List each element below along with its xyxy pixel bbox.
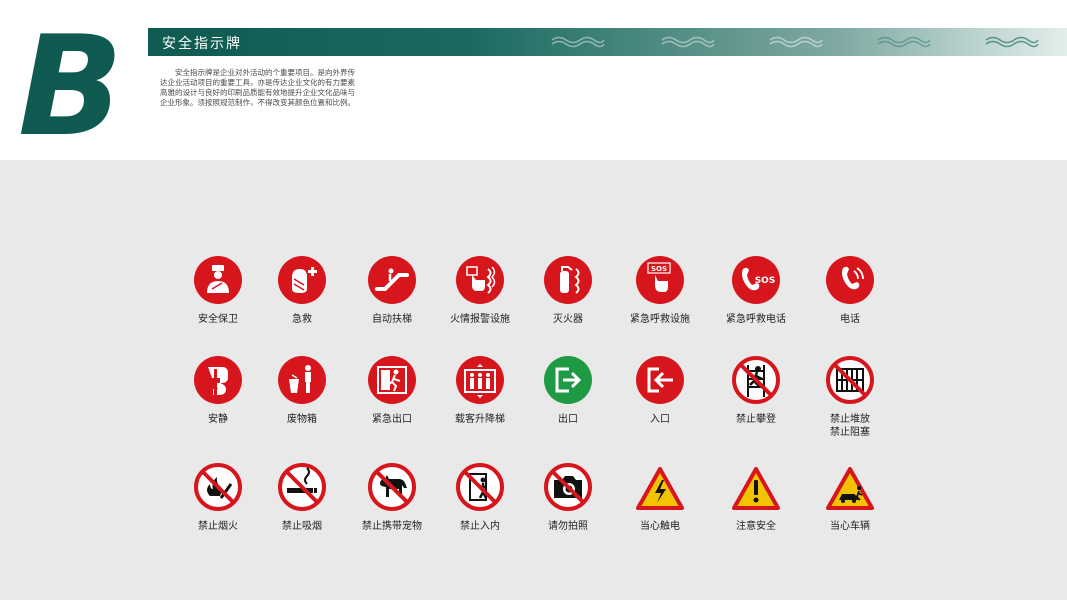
svg-text:SOS: SOS [651, 265, 667, 273]
exit-icon [544, 356, 592, 404]
sign-electric-hazard: 当心触电 [610, 466, 710, 533]
sign-label: 禁止攀登 [736, 414, 776, 425]
sign-label: 当心车辆 [830, 521, 870, 532]
sos-button-icon: SOS [636, 256, 684, 304]
sign-label: 当心触电 [640, 521, 680, 532]
trash-bin-icon [278, 356, 326, 404]
no-photo-icon [544, 463, 592, 511]
no-climbing-icon [732, 356, 780, 404]
sign-fire-alarm: 火情报警设施 [430, 255, 530, 326]
sign-label: 紧急呼救设施 [630, 314, 690, 325]
sign-entrance: 入口 [610, 355, 710, 426]
elevator-icon [456, 356, 504, 404]
sign-emergency-exit: 紧急出口 [342, 355, 442, 426]
sign-label: 废物箱 [287, 414, 317, 425]
no-entry-icon [456, 463, 504, 511]
sign-telephone: 电话 [800, 255, 900, 326]
sign-elevator: 载客升降梯 [430, 355, 530, 426]
sign-label: 出口 [558, 414, 578, 425]
fire-extinguisher-icon [544, 256, 592, 304]
sign-no-climbing: 禁止攀登 [706, 355, 806, 426]
sign-sos-facility: SOS 紧急呼救设施 [610, 255, 710, 326]
sign-label: 电话 [840, 314, 860, 325]
sign-fire-extinguisher: 灭火器 [518, 255, 618, 326]
sign-label: 急救 [292, 314, 312, 325]
sign-escalator: 自动扶梯 [342, 255, 442, 326]
electric-hazard-icon [636, 467, 684, 510]
sign-first-aid: 急救 [252, 255, 352, 326]
sign-label: 灭火器 [553, 314, 583, 325]
no-fire-icon [194, 463, 242, 511]
sign-label: 紧急呼救电话 [726, 314, 786, 325]
quiet-icon [194, 356, 242, 404]
wave-ornament-icon [877, 36, 931, 48]
section-letter: B [18, 6, 124, 167]
sos-phone-icon: SOS [732, 256, 780, 304]
sign-no-smoking: 禁止吸烟 [252, 462, 352, 533]
wave-ornament-icon [985, 36, 1039, 48]
sign-label: 载客升降梯 [455, 414, 505, 425]
telephone-icon [826, 256, 874, 304]
sign-no-stacking: 禁止堆放 禁止阻塞 [800, 355, 900, 439]
sign-label: 注意安全 [736, 521, 776, 532]
sign-no-pets: 禁止携带宠物 [342, 462, 442, 533]
no-stacking-icon [826, 356, 874, 404]
sign-label: 入口 [650, 414, 670, 425]
sign-no-photo: 请勿拍照 [518, 462, 618, 533]
intro-paragraph: 安全指示牌是企业对外活动的个重要项目。是向外界传达企业活动项目的重要工具，亦是传… [160, 68, 355, 107]
sign-label: 紧急出口 [372, 414, 412, 425]
sign-no-entry: 禁止入内 [430, 462, 530, 533]
sign-sos-phone: SOS 紧急呼救电话 [706, 255, 806, 326]
sign-trash-bin: 废物箱 [252, 355, 352, 426]
header-area: B 安全指示牌 安全指示牌是企业对外活动的个重要项目。是向外界传达企业活动项目的… [0, 0, 1067, 160]
no-pets-icon [368, 463, 416, 511]
caution-icon [732, 467, 780, 510]
sign-label: 禁止携带宠物 [362, 521, 422, 532]
wave-ornament-icon [661, 36, 715, 48]
emergency-exit-icon [368, 356, 416, 404]
sign-label: 禁止堆放 禁止阻塞 [830, 414, 870, 438]
escalator-icon [368, 256, 416, 304]
sign-vehicle-warning: 当心车辆 [800, 466, 900, 533]
vehicle-warning-icon [826, 467, 874, 510]
first-aid-icon [278, 256, 326, 304]
entrance-icon [636, 356, 684, 404]
fire-alarm-icon [456, 256, 504, 304]
sign-caution: 注意安全 [706, 466, 806, 533]
sign-exit: 出口 [518, 355, 618, 426]
sign-label: 禁止入内 [460, 521, 500, 532]
wave-ornament-icon [551, 36, 605, 48]
svg-text:SOS: SOS [755, 276, 776, 286]
title-banner: 安全指示牌 [148, 28, 1067, 56]
sign-label: 火情报警设施 [450, 314, 510, 325]
sign-label: 自动扶梯 [372, 314, 412, 325]
no-smoking-icon [278, 463, 326, 511]
page-title: 安全指示牌 [162, 36, 242, 52]
sign-label: 禁止吸烟 [282, 521, 322, 532]
guard-icon [194, 256, 242, 304]
sign-label: 请勿拍照 [548, 521, 588, 532]
wave-ornament-icon [769, 36, 823, 48]
